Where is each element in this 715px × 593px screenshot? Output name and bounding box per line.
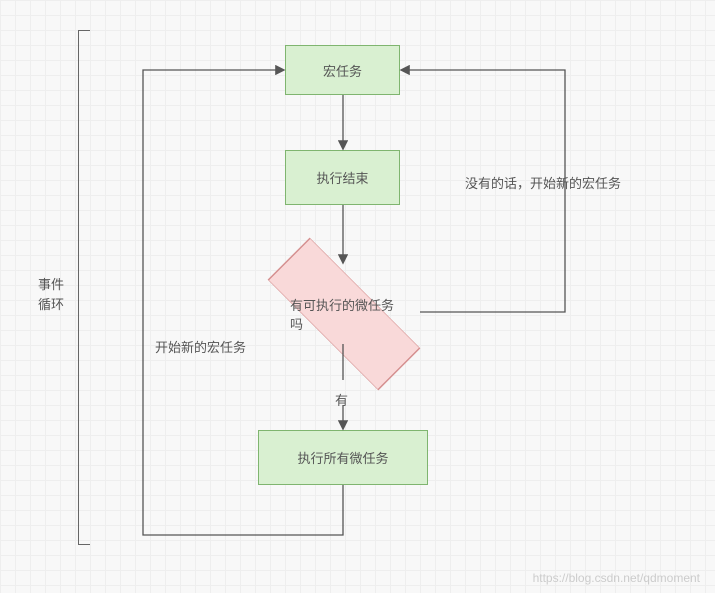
node-decision: 有可执行的微任务吗	[290, 260, 398, 368]
side-label-line1: 事件	[38, 277, 64, 292]
bracket	[78, 30, 90, 545]
node-decision-label: 有可执行的微任务吗	[290, 295, 398, 333]
node-exec-micro-label: 执行所有微任务	[297, 448, 388, 467]
edge-label-no-right: 没有的话，开始新的宏任务	[465, 173, 621, 192]
watermark: https://blog.csdn.net/qdmoment	[533, 571, 700, 585]
node-macro-task: 宏任务	[285, 45, 400, 95]
side-label: 事件 循环	[38, 275, 64, 314]
node-macro-task-label: 宏任务	[323, 61, 362, 80]
node-exec-end-label: 执行结束	[316, 168, 368, 187]
side-label-line2: 循环	[38, 297, 64, 312]
edge-label-has: 有	[335, 390, 348, 409]
node-exec-micro: 执行所有微任务	[258, 430, 428, 485]
edge-label-start-new-left: 开始新的宏任务	[155, 337, 246, 356]
node-exec-end: 执行结束	[285, 150, 400, 205]
